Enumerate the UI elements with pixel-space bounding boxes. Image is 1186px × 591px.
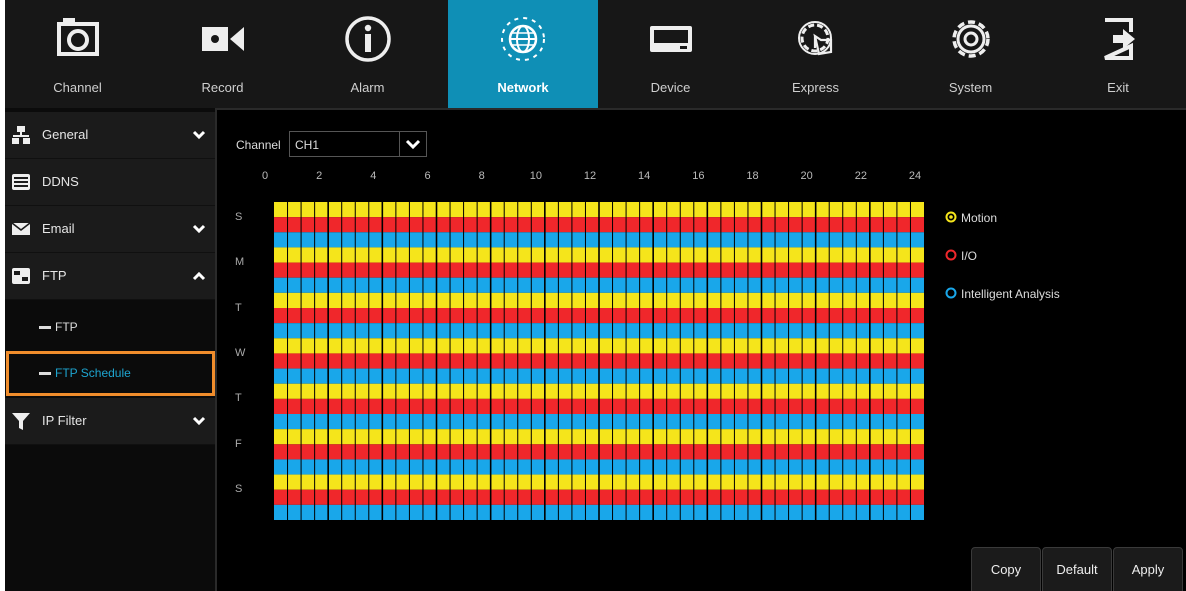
day-axis: S M T W T F S: [227, 202, 267, 522]
tab-express[interactable]: Express: [743, 0, 888, 108]
filter-icon: [12, 413, 30, 430]
tab-label: Network: [497, 80, 549, 95]
hour-label: 4: [370, 170, 377, 182]
sidebar-item-label: FTP: [42, 268, 67, 283]
tab-record[interactable]: Record: [150, 0, 295, 108]
hour-label: 0: [261, 170, 269, 182]
ftp-icon: [12, 268, 30, 284]
dash-icon: [39, 326, 51, 329]
day-label: S: [235, 483, 243, 496]
sidebar-item-ddns[interactable]: DDNS: [5, 159, 215, 206]
sidebar-item-label: IP Filter: [42, 413, 87, 428]
hour-label: 6: [424, 170, 431, 182]
hour-axis: 0 2 4 6 8 10 12 14 16 18 20 22 24: [261, 170, 921, 194]
hour-label: 18: [746, 170, 759, 182]
chevron-down-icon: [192, 416, 206, 426]
ddns-icon: [12, 174, 30, 190]
apply-button[interactable]: Apply: [1113, 547, 1183, 591]
legend-label: Motion: [961, 211, 998, 225]
legend-label: Intelligent Analysis: [961, 287, 1060, 301]
tab-device[interactable]: Device: [598, 0, 743, 108]
hour-label: 14: [638, 170, 651, 182]
hour-label: 8: [478, 170, 485, 182]
sidebar-item-ftp[interactable]: FTP: [5, 253, 215, 300]
network-icon: [12, 126, 30, 144]
dropdown-button[interactable]: [399, 132, 426, 156]
sidebar-subitem-ftp[interactable]: FTP: [5, 304, 215, 350]
sidebar-item-label: General: [42, 127, 89, 142]
schedule-panel: Channel CH1 0 2 4 6 8 10 12 14 16 18 20 22 24 SMTWTF…: [215, 108, 1186, 591]
schedule-grid[interactable]: [274, 202, 924, 520]
sidebar-item-label: DDNS: [42, 174, 79, 189]
sidebar-subitem-label: FTP: [55, 320, 78, 334]
globe-network-icon: [501, 17, 545, 61]
tab-channel[interactable]: Channel: [5, 0, 150, 108]
envelope-icon: [11, 222, 31, 235]
chevron-up-icon: [192, 271, 206, 281]
info-icon: [344, 16, 391, 62]
tab-label: System: [948, 80, 993, 95]
sidebar: General DDNS Email FTP FTP FTP Schedule …: [5, 108, 215, 591]
tab-label: Device: [650, 80, 691, 95]
hard-drive-icon: [649, 26, 692, 52]
chevron-down-icon: [192, 130, 206, 140]
tab-label: Exit: [1107, 80, 1129, 95]
default-button[interactable]: Default: [1042, 547, 1112, 591]
chevron-down-icon: [405, 139, 421, 150]
tab-exit[interactable]: Exit: [1050, 0, 1186, 108]
gear-hand-icon: [797, 21, 832, 56]
video-camera-icon: [201, 27, 244, 51]
hour-label: 12: [583, 170, 597, 182]
copy-button[interactable]: Copy: [971, 547, 1041, 591]
hour-label: 22: [854, 170, 867, 182]
camera-icon: [56, 18, 99, 56]
schedule-grid-svg: [274, 202, 924, 520]
exit-icon: [1104, 18, 1135, 60]
day-label: T: [235, 301, 242, 314]
sidebar-item-email[interactable]: Email: [5, 206, 215, 253]
day-label: W: [235, 347, 246, 359]
hour-label: 20: [800, 170, 813, 182]
hour-label: 16: [692, 170, 705, 182]
sidebar-item-ip-filter[interactable]: IP Filter: [5, 398, 215, 445]
intelligent-analysis-radio-icon: [945, 287, 957, 299]
tab-label: Channel: [53, 80, 102, 95]
channel-label: Channel: [236, 138, 281, 152]
sidebar-item-label: Email: [42, 221, 75, 236]
day-label: T: [235, 392, 242, 405]
legend-label: I/O: [961, 249, 978, 263]
selection-highlight: [6, 351, 215, 396]
day-label: M: [235, 256, 245, 269]
hour-label: 24: [908, 170, 922, 182]
io-radio-icon: [945, 249, 957, 261]
hour-label: 2: [316, 170, 323, 182]
tab-label: Alarm: [350, 80, 385, 95]
tab-label: Record: [201, 80, 244, 95]
top-navigation: Channel Record Alarm Network Device Expr…: [5, 0, 1186, 108]
sidebar-item-general[interactable]: General: [5, 112, 215, 159]
motion-radio-icon: [945, 211, 957, 223]
hour-label: 10: [529, 170, 542, 182]
dvr-app: Channel Record Alarm Network Device Expr…: [5, 0, 1186, 591]
channel-select[interactable]: CH1: [289, 131, 427, 157]
gear-icon: [951, 20, 990, 58]
tab-system[interactable]: System: [898, 0, 1043, 108]
day-label: S: [235, 210, 243, 223]
channel-value: CH1: [295, 138, 320, 152]
chevron-down-icon: [192, 224, 206, 234]
tab-label: Express: [792, 80, 839, 95]
day-label: F: [235, 437, 242, 450]
tab-alarm[interactable]: Alarm: [295, 0, 440, 108]
tab-network[interactable]: Network: [448, 0, 598, 108]
